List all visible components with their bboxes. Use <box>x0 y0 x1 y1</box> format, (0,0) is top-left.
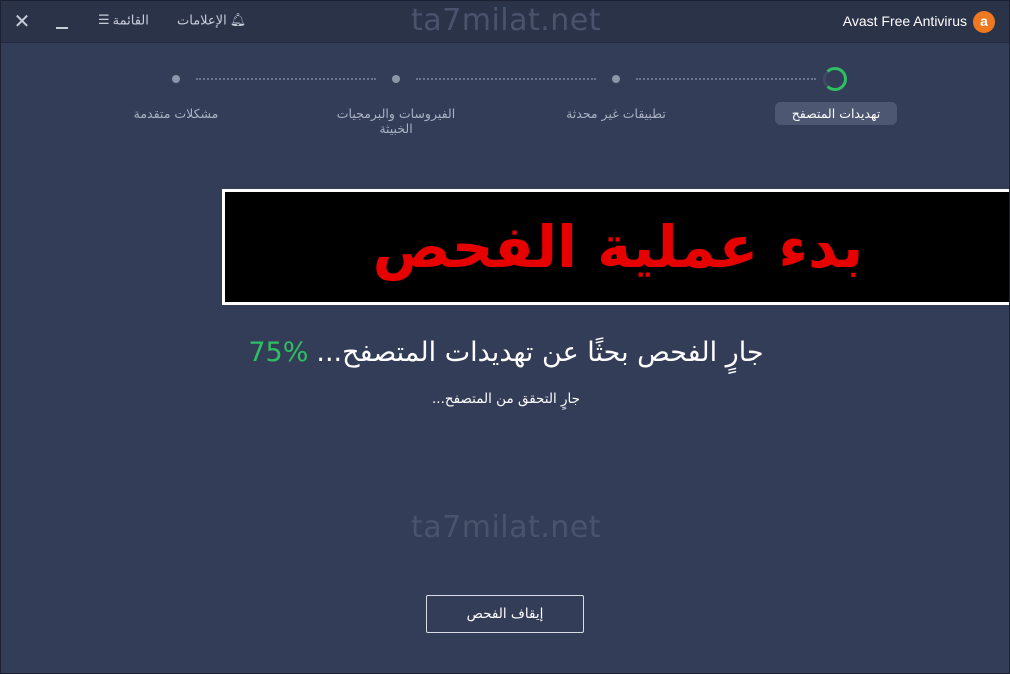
scan-steps: تهديدات المتصفح تطبيقات غير محدثة الفيرو… <box>1 61 1009 141</box>
close-icon: ✕ <box>13 9 31 33</box>
watermark-bottom: ta7milat.net <box>411 510 602 545</box>
notifications-label: الإعلامات <box>177 13 227 29</box>
minimize-button[interactable] <box>51 9 73 33</box>
app-name: Avast Free Antivirus <box>842 13 967 29</box>
step-malware-line2: الخبيثة <box>379 121 413 136</box>
step-browser-threats: تهديدات المتصفح <box>775 102 897 125</box>
close-button[interactable]: ✕ <box>11 9 33 33</box>
scan-start-banner: بدء عملية الفحص <box>222 189 1009 305</box>
notifications-button[interactable]: الإعلامات 🔔︎ <box>177 9 249 33</box>
stop-scan-button[interactable]: إيقاف الفحص <box>426 595 584 633</box>
hamburger-icon: ☰ <box>98 13 110 28</box>
title-bar: ✕ ☰ القائمة الإعلامات 🔔︎ ta7milat.net Avas… <box>1 1 1009 43</box>
banner-text: بدء عملية الفحص <box>372 213 864 281</box>
watermark-top: ta7milat.net <box>411 3 602 38</box>
step-advanced-issues: مشكلات متقدمة <box>133 106 219 121</box>
step-dot-advanced <box>172 75 180 83</box>
step-malware-line1: الفيروسات والبرمجيات <box>336 106 456 121</box>
step-dot-malware <box>392 75 400 83</box>
step-connector <box>416 78 596 80</box>
sub-status: جارٍ التحقق من المتصفح... <box>432 391 580 407</box>
step-dot-outdated <box>612 75 620 83</box>
step-connector <box>636 78 816 80</box>
step-outdated-apps: تطبيقات غير محدثة <box>566 106 666 121</box>
progress-ring-icon <box>823 67 847 91</box>
scan-percent: 75% <box>248 337 309 368</box>
bell-icon: 🔔︎ <box>229 13 247 28</box>
scan-status-line: 75% جارٍ الفحص بحثًا عن تهديدات المتصفح..… <box>1 333 1009 373</box>
app-window: ✕ ☰ القائمة الإعلامات 🔔︎ ta7milat.net Avas… <box>0 0 1010 674</box>
brand: Avast Free Antivirus a <box>842 9 995 34</box>
minimize-icon <box>56 27 68 29</box>
menu-button[interactable]: ☰ القائمة <box>95 9 149 33</box>
menu-label: القائمة <box>112 13 149 29</box>
scan-message: جارٍ الفحص بحثًا عن تهديدات المتصفح... <box>316 337 764 368</box>
avast-logo-icon: a <box>973 11 995 34</box>
step-connector <box>196 78 376 80</box>
step-malware: الفيروسات والبرمجيات الخبيثة <box>321 106 471 136</box>
